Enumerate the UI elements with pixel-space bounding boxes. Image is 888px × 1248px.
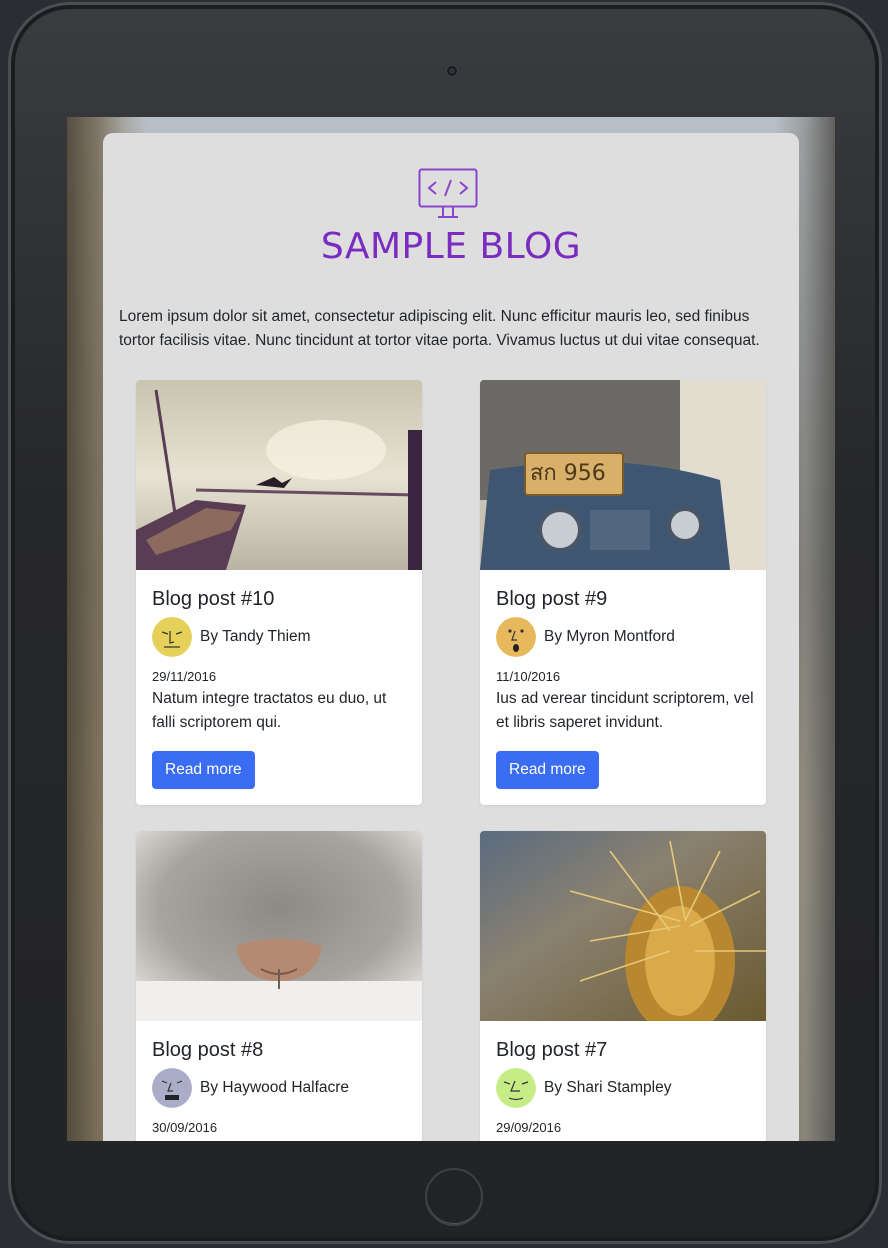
orange-face-avatar [496, 617, 536, 657]
camera-icon [445, 64, 459, 78]
screen: SAMPLE BLOG Lorem ipsum dolor sit amet, … [67, 117, 835, 1141]
home-button[interactable] [425, 1168, 483, 1226]
post-date: 29/09/2016 [496, 1120, 562, 1135]
site-title[interactable]: SAMPLE BLOG [103, 226, 799, 267]
post-card[interactable]: Blog post #7 By Shari Stampley 29/09/201… [480, 831, 766, 1141]
post-date: 30/09/2016 [152, 1120, 218, 1135]
monitor-code-icon [418, 168, 478, 218]
post-date: 29/11/2016 [152, 669, 217, 684]
post-excerpt: Ius ad verear tincidunt scriptorem, vel … [496, 690, 754, 731]
tuk-tuk-photo[interactable]: สก 956 [480, 380, 766, 570]
boat-dock-photo[interactable] [136, 380, 422, 570]
author-name[interactable]: By Shari Stampley [544, 1079, 672, 1097]
cactus-photo[interactable] [480, 831, 766, 1021]
read-more-button[interactable]: Read more [496, 751, 599, 789]
author-row: By Tandy Thiem [152, 617, 311, 657]
post-title[interactable]: Blog post #9 [496, 588, 607, 611]
green-face-avatar [496, 1068, 536, 1108]
tablet-frame: SAMPLE BLOG Lorem ipsum dolor sit amet, … [8, 2, 882, 1244]
blog-panel: SAMPLE BLOG Lorem ipsum dolor sit amet, … [103, 133, 799, 1141]
author-name[interactable]: By Tandy Thiem [200, 628, 311, 646]
post-excerpt: Natum integre tractatos eu duo, ut falli… [152, 690, 387, 731]
post-card[interactable]: Blog post #8 By Haywood Halfacre 30/09/2… [136, 831, 422, 1141]
read-more-button[interactable]: Read more [152, 751, 255, 789]
author-row: By Haywood Halfacre [152, 1068, 349, 1108]
author-row: By Shari Stampley [496, 1068, 672, 1108]
svg-text:สก 956: สก 956 [530, 461, 606, 486]
author-name[interactable]: By Myron Montford [544, 628, 675, 646]
intro-text: Lorem ipsum dolor sit amet, consectetur … [119, 308, 760, 349]
grey-face-avatar [152, 1068, 192, 1108]
author-row: By Myron Montford [496, 617, 675, 657]
post-title[interactable]: Blog post #10 [152, 588, 274, 611]
cat-nose-photo[interactable] [136, 831, 422, 1021]
yellow-face-avatar [152, 617, 192, 657]
post-card[interactable]: Blog post #10 By Tandy Thiem 29/11/2016 … [136, 380, 422, 805]
author-name[interactable]: By Haywood Halfacre [200, 1079, 349, 1097]
post-title[interactable]: Blog post #7 [496, 1039, 607, 1062]
post-card[interactable]: สก 956 Blog post #9 By Myron Montford 11 [480, 380, 766, 805]
post-date: 11/10/2016 [496, 669, 561, 684]
post-title[interactable]: Blog post #8 [152, 1039, 263, 1062]
